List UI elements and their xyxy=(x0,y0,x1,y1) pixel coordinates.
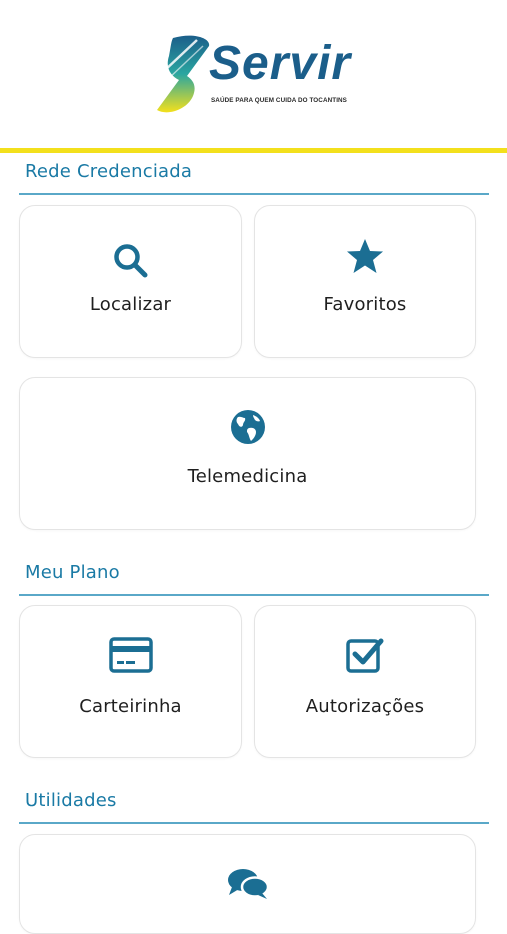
section-title-meu-plano: Meu Plano xyxy=(25,562,120,583)
localizar-card[interactable]: Localizar xyxy=(19,205,242,358)
section-title-rede-credenciada: Rede Credenciada xyxy=(25,161,193,182)
chat-card[interactable] xyxy=(19,834,476,934)
brand-tagline: SAÚDE PARA QUEM CUIDA DO TOCANTINS xyxy=(211,97,347,104)
section-divider xyxy=(19,822,489,824)
header-accent-bar xyxy=(0,148,507,153)
carteirinha-card[interactable]: Carteirinha xyxy=(19,605,242,758)
favoritos-label: Favoritos xyxy=(323,294,407,315)
telemedicina-card[interactable]: Telemedicina xyxy=(19,377,476,530)
app-header: Servir SAÚDE PARA QUEM CUIDA DO TOCANTIN… xyxy=(0,0,507,148)
carteirinha-label: Carteirinha xyxy=(79,696,182,717)
chat-icon xyxy=(227,869,269,899)
checkbox-icon xyxy=(346,638,384,673)
globe-icon xyxy=(230,410,265,444)
section-divider xyxy=(19,594,489,596)
autorizacoes-label: Autorizações xyxy=(305,696,425,717)
telemedicina-label: Telemedicina xyxy=(187,466,308,487)
section-title-utilidades: Utilidades xyxy=(25,790,117,811)
card-icon xyxy=(108,637,153,673)
star-icon xyxy=(347,239,383,273)
localizar-label: Localizar xyxy=(89,294,172,315)
search-icon xyxy=(113,244,147,278)
servir-logo: Servir SAÚDE PARA QUEM CUIDA DO TOCANTIN… xyxy=(153,34,358,116)
section-divider xyxy=(19,193,489,195)
logo-emblem-icon xyxy=(157,35,210,113)
brand-name: Servir xyxy=(209,37,352,90)
autorizacoes-card[interactable]: Autorizações xyxy=(254,605,476,758)
favoritos-card[interactable]: Favoritos xyxy=(254,205,476,358)
